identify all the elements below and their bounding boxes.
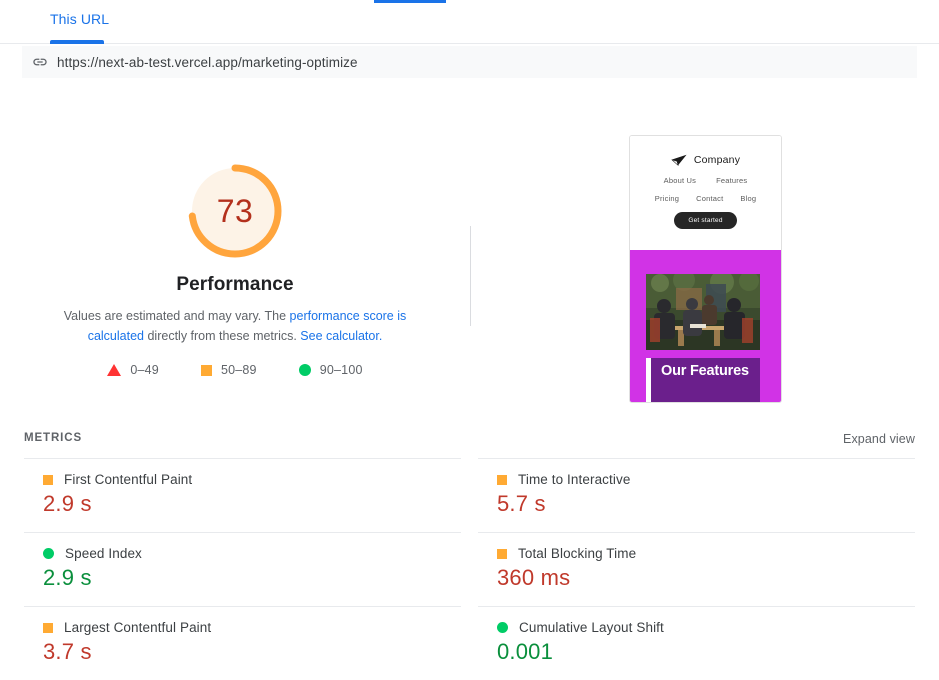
metric-title-row: Largest Contentful Paint [43, 620, 461, 635]
tab-this-url-label: This URL [50, 11, 110, 27]
thumbnail-nav-blog: Blog [740, 194, 757, 203]
legend-label-pass: 90–100 [319, 363, 363, 377]
circle-icon [43, 548, 54, 559]
legend-label-fail: 0–49 [130, 363, 159, 377]
performance-score-value: 73 [216, 192, 254, 229]
score-description-middle: directly from these metrics. [144, 329, 301, 343]
metric-row[interactable]: First Contentful Paint 2.9 s [24, 458, 461, 532]
metric-title-row: First Contentful Paint [43, 472, 461, 487]
metric-name: Cumulative Layout Shift [519, 620, 664, 635]
triangle-icon [107, 364, 122, 376]
metric-name: Speed Index [65, 546, 142, 561]
performance-score-panel: 73 Performance Values are estimated and … [0, 120, 470, 410]
metric-value: 0.001 [497, 639, 554, 664]
photo-people-at-table [646, 274, 760, 350]
square-icon [497, 548, 507, 559]
metric-title-row: Time to Interactive [497, 472, 915, 487]
metric-value: 5.7 s [497, 491, 546, 516]
metric-row[interactable]: Speed Index 2.9 s [24, 532, 461, 606]
metric-row[interactable]: Total Blocking Time 360 ms [478, 532, 915, 606]
score-description-prefix: Values are estimated and may vary. The [63, 309, 290, 323]
tab-active-indicator [50, 40, 104, 44]
thumbnail-nav-about-us: About Us [663, 176, 697, 185]
analyzed-url-bar[interactable]: https://next-ab-test.vercel.app/marketin… [22, 46, 917, 78]
legend-item-pass: 90–100 [298, 363, 363, 377]
thumbnail-features-card: Our Features [646, 358, 760, 402]
metrics-grid: First Contentful Paint 2.9 s Time to Int… [24, 458, 915, 680]
tab-this-url[interactable]: This URL [50, 6, 109, 44]
metric-value: 2.9 s [43, 491, 92, 516]
metrics-heading: METRICS [24, 432, 83, 444]
score-legend: 0–49 50–89 90–100 [0, 363, 470, 377]
circle-icon [298, 364, 311, 376]
thumbnail-features-card-inner: Our Features [651, 358, 760, 402]
square-icon [43, 474, 53, 485]
metric-name: Total Blocking Time [518, 546, 637, 561]
thumbnail-nav-row-1: About Us Features [630, 176, 781, 185]
expand-view-button[interactable]: Expand view [843, 432, 915, 446]
analyzed-url-text: https://next-ab-test.vercel.app/marketin… [57, 54, 358, 70]
thumbnail-cta-row: Get started [630, 212, 781, 229]
thumbnail-nav-row-2: Pricing Contact Blog [630, 194, 781, 203]
performance-gauge: 73 [185, 161, 285, 261]
link-icon [33, 58, 47, 66]
metric-name: First Contentful Paint [64, 472, 193, 487]
see-calculator-link[interactable]: See calculator. [300, 329, 382, 343]
metric-title-row: Cumulative Layout Shift [497, 620, 915, 635]
thumbnail-get-started-button: Get started [674, 212, 737, 229]
thumbnail-logo-row: Company [630, 136, 781, 166]
paper-plane-icon [671, 154, 687, 166]
thumbnail-hero-photo [646, 274, 760, 350]
square-icon [200, 364, 212, 376]
metric-name: Largest Contentful Paint [64, 620, 212, 635]
page-screenshot-thumbnail[interactable]: Company About Us Features Pricing Contac… [629, 135, 782, 403]
metric-value: 360 ms [497, 565, 571, 590]
legend-item-fail: 0–49 [107, 363, 159, 377]
score-description: Values are estimated and may vary. The p… [35, 306, 435, 346]
legend-label-average: 50–89 [220, 363, 257, 377]
metric-row[interactable]: Cumulative Layout Shift 0.001 [478, 606, 915, 680]
thumbnail-nav-contact: Contact [696, 194, 724, 203]
metric-name: Time to Interactive [518, 472, 631, 487]
thumbnail-hero-section: Our Features [630, 250, 781, 402]
metric-title-row: Total Blocking Time [497, 546, 915, 561]
performance-category-title: Performance [176, 274, 294, 295]
metric-value: 2.9 s [43, 565, 92, 590]
metric-row[interactable]: Largest Contentful Paint 3.7 s [24, 606, 461, 680]
tab-strip: This URL [0, 0, 939, 44]
thumbnail-site-header: Company About Us Features Pricing Contac… [630, 136, 781, 250]
circle-icon [497, 622, 508, 633]
metric-value: 3.7 s [43, 639, 92, 664]
panel-divider [470, 226, 471, 326]
thumbnail-nav-pricing: Pricing [654, 194, 680, 203]
square-icon [43, 622, 53, 633]
metric-row[interactable]: Time to Interactive 5.7 s [478, 458, 915, 532]
thumbnail-brand-name: Company [693, 154, 741, 166]
legend-item-average: 50–89 [200, 363, 257, 377]
metric-title-row: Speed Index [43, 546, 461, 561]
thumbnail-nav-features: Features [716, 176, 748, 185]
thumbnail-features-title: Our Features [661, 363, 749, 379]
square-icon [497, 474, 507, 485]
